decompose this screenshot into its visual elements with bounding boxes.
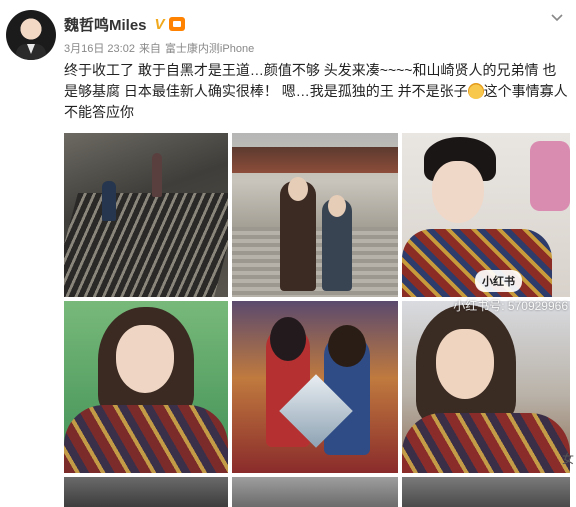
post-text: 终于收工了 敢于自黑才是王道…颜值不够 头发来凑~~~~和山崎贤人的兄弟情 也是… (64, 60, 570, 123)
edge-char: 女 (561, 452, 574, 466)
photo-4[interactable] (64, 301, 228, 473)
weibo-level-icon (168, 17, 185, 31)
photo-2[interactable] (232, 133, 398, 297)
photo-6[interactable] (402, 301, 570, 473)
source-prefix: 来自 (138, 43, 161, 55)
user-name[interactable]: 魏哲鸣Miles (64, 14, 147, 35)
photo-1[interactable] (64, 133, 228, 297)
photo-9[interactable] (402, 477, 570, 507)
xiaohongshu-watermark-id: 小红书号: 570929966 (453, 299, 568, 313)
photo-5-poster[interactable] (232, 301, 398, 473)
chevron-down-icon[interactable] (550, 10, 564, 26)
name-row: 魏哲鸣Miles V (64, 12, 185, 36)
photo-7[interactable] (64, 477, 228, 507)
doge-emoji-icon (467, 83, 484, 99)
avatar[interactable] (6, 10, 56, 60)
post-timestamp[interactable]: 3月16日 23:02 (64, 40, 135, 56)
post-meta: 3月16日 23:02 来自 富士康内测iPhone (64, 40, 254, 56)
verified-badge-icon: V (154, 15, 165, 33)
photo-8[interactable] (232, 477, 398, 507)
source-device[interactable]: 富士康内测iPhone (165, 40, 254, 56)
xiaohongshu-watermark-badge: 小红书 (475, 270, 522, 292)
